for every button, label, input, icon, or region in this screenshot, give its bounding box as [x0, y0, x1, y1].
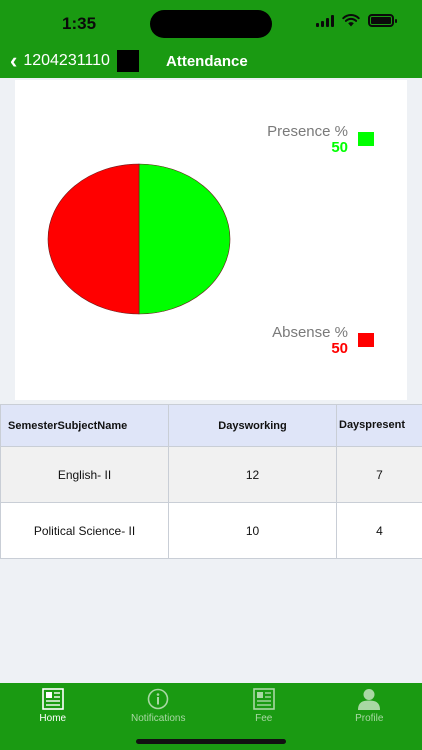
battery-icon [368, 14, 397, 27]
table-row: Political Science- II 10 4 [0, 502, 422, 559]
pie-chart [47, 163, 231, 315]
roll-number: 1204231110 [23, 52, 110, 69]
attendance-chart: Presence % 50 Absense % 50 [15, 80, 407, 400]
dynamic-island [150, 10, 272, 38]
pie-slice-presence [138, 163, 231, 315]
redaction-block [116, 50, 139, 72]
pie-slice-absense [47, 163, 140, 315]
cell-days-working: 10 [168, 502, 337, 559]
legend-label-presence: Presence % [267, 123, 348, 140]
home-indicator [136, 739, 286, 744]
legend-label-absense: Absense % [272, 324, 348, 341]
column-header-days-working: Daysworking [168, 404, 337, 447]
tab-label-fee: Fee [255, 713, 273, 724]
tab-label-home: Home [39, 713, 67, 724]
status-icons [316, 14, 397, 27]
cell-subject: Political Science- II [0, 502, 169, 559]
legend-value-presence: 50 [331, 139, 348, 156]
table-row: English- II 12 7 [0, 446, 422, 503]
fee-document-icon [252, 688, 275, 710]
cell-subject: English- II [0, 446, 169, 503]
document-icon [41, 688, 64, 710]
navigation-bar: ‹ 1204231110 Attendance [0, 46, 422, 78]
tab-label-notifications: Notifications [131, 713, 186, 724]
status-bar: 1:35 [0, 0, 422, 46]
tab-home[interactable]: Home [0, 683, 106, 750]
info-icon [147, 688, 169, 710]
back-button[interactable]: ‹ 1204231110 [10, 50, 139, 72]
legend-value-absense: 50 [331, 340, 348, 357]
chevron-left-icon: ‹ [10, 48, 18, 73]
column-header-days-present: Dayspresent [336, 404, 422, 447]
page-title: Attendance [166, 53, 248, 70]
legend-swatch-absense [358, 333, 374, 347]
person-icon [358, 689, 381, 710]
attendance-table: SemesterSubjectName Daysworking Dayspres… [0, 404, 422, 559]
cellular-signal-icon [316, 14, 334, 27]
wifi-icon [342, 14, 360, 27]
tab-profile[interactable]: Profile [317, 683, 422, 750]
status-time: 1:35 [62, 14, 97, 33]
legend-swatch-presence [358, 132, 374, 146]
column-header-subject: SemesterSubjectName [0, 404, 169, 447]
cell-days-present: 4 [336, 502, 422, 559]
table-header-row: SemesterSubjectName Daysworking Dayspres… [0, 404, 422, 447]
cell-days-present: 7 [336, 446, 422, 503]
tab-label-profile: Profile [355, 713, 384, 724]
cell-days-working: 12 [168, 446, 337, 503]
